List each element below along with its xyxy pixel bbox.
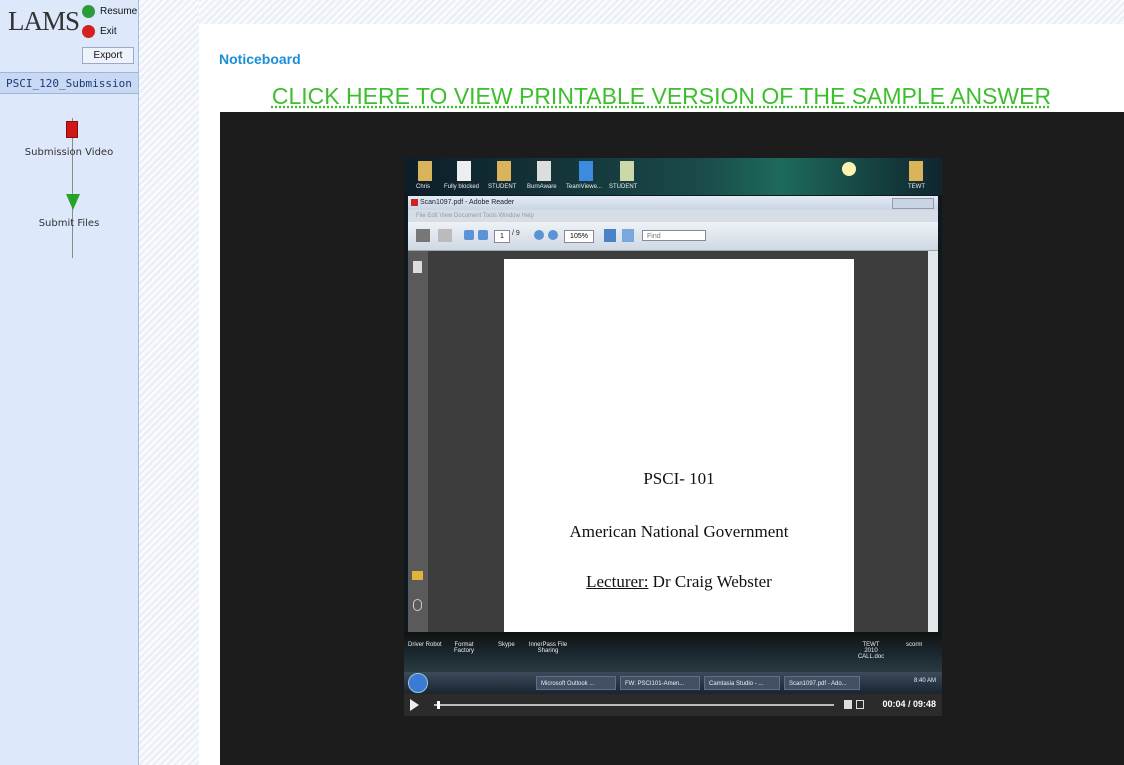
course-code: PSCI- 101	[643, 469, 715, 488]
windows-taskbar: Microsoft Outlook ... FW: PSCI101-Amen..…	[404, 672, 942, 694]
volume-icon[interactable]	[844, 700, 852, 709]
video-frame: Chris Fully blocked STUDENT BurnAware Te…	[404, 158, 942, 716]
desktop-icon-label: scorm	[906, 642, 923, 648]
exit-label: Exit	[100, 26, 117, 37]
desktop-icon-label: TEWT 2010 CALL.doc	[857, 642, 885, 660]
fit-width-icon	[622, 229, 634, 242]
lecturer-label: Lecturer:	[586, 572, 649, 591]
burnaware-icon	[537, 161, 551, 181]
zoom-field: 105%	[564, 230, 594, 243]
desktop-icon-label: Format Factory	[454, 642, 475, 654]
resume-icon	[82, 5, 95, 18]
zoom-in-icon	[548, 230, 558, 240]
file-icon	[457, 161, 471, 181]
taskbar-item: Microsoft Outlook ...	[536, 676, 616, 690]
video-time: 00:04 / 09:48	[882, 699, 936, 709]
reader-scrollbar	[928, 251, 938, 632]
folder-icon	[497, 161, 511, 181]
attachment-icon	[413, 599, 422, 611]
fit-page-icon	[604, 229, 616, 242]
lams-sidebar: LAMS Resume Exit Export PSCI_120_Submiss…	[0, 0, 139, 765]
activity-submit-files[interactable]: Submit Files	[0, 218, 138, 229]
next-page-icon	[478, 230, 488, 240]
desktop-icon-label: TeamViewe...	[566, 184, 602, 190]
page-title: Noticeboard	[219, 51, 301, 67]
submit-files-activity-icon[interactable]	[66, 194, 80, 210]
folder-icon	[909, 161, 923, 181]
submission-video-activity-icon[interactable]	[66, 121, 78, 138]
activity-submission-video[interactable]: Submission Video	[0, 147, 138, 158]
comments-icon	[412, 571, 423, 580]
page-total: / 9	[512, 230, 520, 237]
play-icon[interactable]	[410, 699, 419, 711]
desktop-icon-label: Driver Robot	[408, 642, 442, 648]
zoom-out-icon	[534, 230, 544, 240]
desktop-icon-label: BurnAware	[527, 184, 557, 190]
start-orb-icon	[408, 673, 428, 693]
adobe-reader-window: Scan1097.pdf - Adobe Reader File Edit Vi…	[408, 196, 938, 632]
fullscreen-icon[interactable]	[856, 700, 864, 709]
video-controls: 00:04 / 09:48	[404, 694, 942, 716]
hatched-header	[199, 0, 1124, 24]
video-player[interactable]: Chris Fully blocked STUDENT BurnAware Te…	[220, 112, 1124, 765]
taskbar-item: FW: PSCI101-Amen...	[620, 676, 700, 690]
hatched-divider	[139, 0, 199, 765]
flow-connector	[72, 118, 73, 258]
page-number-field: 1	[494, 230, 510, 243]
desktop-icon-label: STUDENT	[488, 184, 517, 190]
course-name: American National Government	[569, 522, 789, 541]
seek-bar[interactable]	[434, 701, 834, 709]
teamviewer-icon	[579, 161, 593, 181]
desktop-icon-label: TEWT	[908, 184, 925, 190]
taskbar-item: Scan1097.pdf - Ado...	[784, 676, 860, 690]
exit-button[interactable]: Exit	[80, 23, 134, 40]
pdf-icon	[411, 199, 418, 206]
resume-button[interactable]: Resume	[80, 3, 138, 20]
taskbar-item: Camtasia Studio - ...	[704, 676, 780, 690]
folder-icon	[418, 161, 432, 181]
pdf-page: PSCI- 101 American National Government L…	[504, 259, 854, 632]
desktop-icon-label: STUDENT	[609, 184, 638, 190]
pages-panel-icon	[413, 261, 422, 273]
desktop-bottom-icons: Driver Robot Format Factory Skype InnerP…	[404, 632, 942, 672]
seek-handle[interactable]	[436, 701, 440, 709]
resume-label: Resume	[100, 6, 138, 17]
desktop-icons-row: Chris Fully blocked STUDENT BurnAware Te…	[404, 158, 942, 195]
lams-logo: LAMS	[8, 6, 80, 36]
sample-answer-link[interactable]: CLICK HERE TO VIEW PRINTABLE VERSION OF …	[199, 83, 1124, 110]
reader-toolbar: 1 / 9 105% Find	[408, 222, 938, 251]
sun-glow-icon	[842, 162, 856, 176]
exit-icon	[82, 25, 95, 38]
window-controls	[892, 198, 934, 209]
export-label: Export	[93, 50, 123, 61]
lecturer-line: Lecturer: Dr Craig Webster	[504, 572, 854, 592]
desktop-icon-label: Skype	[498, 642, 515, 648]
sequence-title: PSCI_120_Submission ...	[0, 72, 138, 94]
desktop-icon-label: Chris	[416, 184, 431, 190]
email-icon	[438, 229, 452, 242]
print-icon	[416, 229, 430, 242]
lecturer-name: Dr Craig Webster	[652, 572, 772, 591]
export-button[interactable]: Export	[82, 47, 134, 64]
reader-side-panel	[408, 251, 428, 632]
file-icon	[620, 161, 634, 181]
reader-menu: File Edit View Document Tools Window Hel…	[416, 213, 534, 219]
previous-page-icon	[464, 230, 474, 240]
desktop-icon-label: Fully blocked	[444, 184, 480, 190]
main-content: Noticeboard CLICK HERE TO VIEW PRINTABLE…	[199, 24, 1124, 765]
taskbar-clock: 8:40 AM	[913, 678, 936, 684]
reader-title: Scan1097.pdf - Adobe Reader	[408, 196, 938, 210]
find-field: Find	[642, 230, 706, 241]
desktop-icon-label: InnerPass File Sharing	[528, 642, 568, 654]
